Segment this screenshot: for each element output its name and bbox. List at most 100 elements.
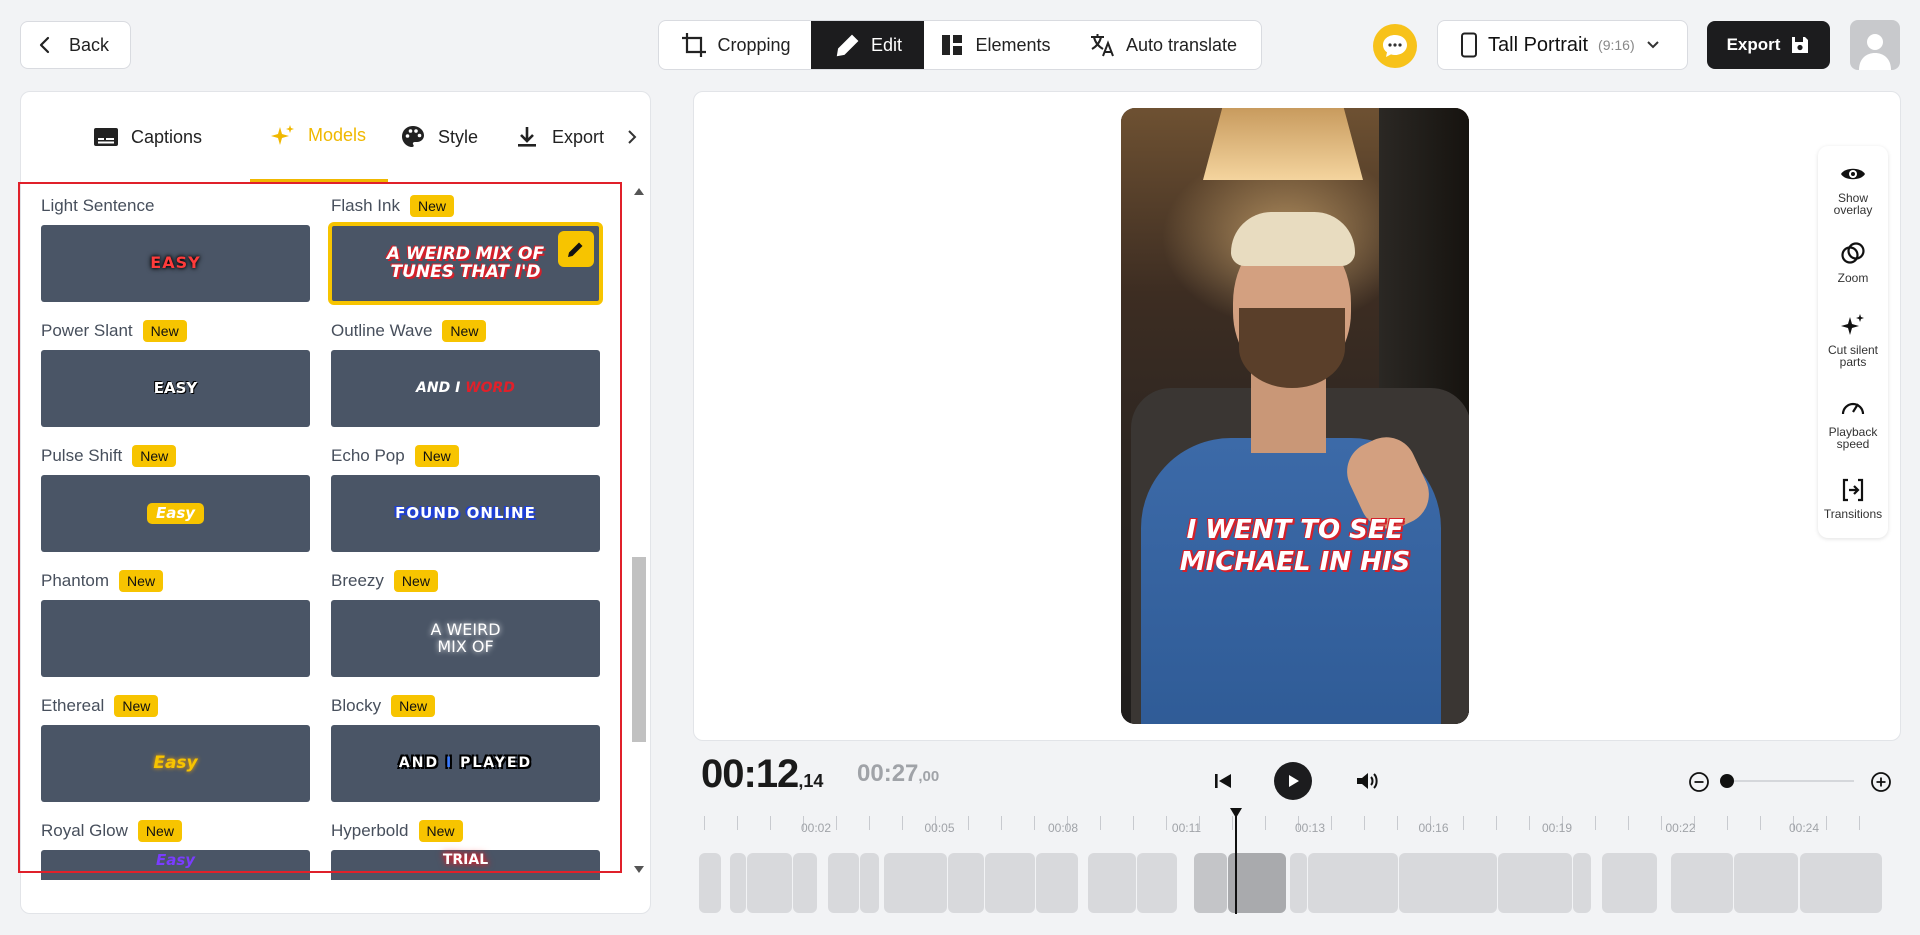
playhead[interactable] <box>1235 808 1237 914</box>
zoom-in-button[interactable] <box>1870 771 1892 793</box>
model-outline-wave: Outline Wave New AND I WORD <box>331 318 605 427</box>
model-name: Breezy <box>331 571 384 590</box>
scrollbar-thumb[interactable] <box>632 557 646 742</box>
cut-silent-parts-button[interactable]: Cut silent parts <box>1818 312 1888 368</box>
playback-speed-button[interactable]: Playback speed <box>1818 394 1888 450</box>
timeline-clip[interactable] <box>1308 853 1398 913</box>
zoom-slider-handle[interactable] <box>1720 774 1734 788</box>
auto-translate-button[interactable]: Auto translate <box>1064 21 1261 69</box>
timeline-clip[interactable] <box>1671 853 1733 913</box>
zoom-slider-track[interactable] <box>1724 780 1854 782</box>
timeline-clip[interactable] <box>1290 853 1307 913</box>
timeline-clip[interactable] <box>1399 853 1497 913</box>
user-icon <box>1859 34 1891 70</box>
model-thumbnail[interactable] <box>41 600 310 677</box>
model-thumbnail[interactable]: AND I PLAYED <box>331 725 600 802</box>
timeline-clip[interactable] <box>1602 853 1657 913</box>
download-icon <box>518 127 536 147</box>
timeline-clip[interactable] <box>1800 853 1882 913</box>
ruler-tick <box>1100 816 1101 830</box>
timeline-clip[interactable] <box>747 853 792 913</box>
skip-back-button[interactable] <box>1212 770 1234 792</box>
timeline-clip[interactable] <box>860 853 879 913</box>
transitions-button[interactable]: Transitions <box>1818 476 1888 520</box>
model-light-sentence: Light Sentence EASY <box>41 193 315 302</box>
ruler-tick <box>1232 816 1233 830</box>
model-thumbnail[interactable]: Easy <box>41 725 310 802</box>
tab-captions-label: Captions <box>131 126 203 147</box>
timeline-clip[interactable] <box>828 853 859 913</box>
play-button[interactable] <box>1274 762 1312 800</box>
scroll-down-arrow[interactable] <box>634 866 644 873</box>
model-thumbnail[interactable]: Easy <box>41 850 310 880</box>
model-name: Outline Wave <box>331 321 433 340</box>
model-power-slant: Power Slant New EASY <box>41 318 315 427</box>
model-thumbnail[interactable]: EASY <box>41 225 310 302</box>
timeline-clip[interactable] <box>1734 853 1798 913</box>
ruler-tick-label: 00:02 <box>800 821 832 835</box>
model-name: Hyperbold <box>331 821 409 840</box>
chat-button[interactable] <box>1373 24 1417 68</box>
transitions-icon <box>1842 478 1864 502</box>
model-name: Power Slant <box>41 321 133 340</box>
ruler-tick <box>1331 816 1332 830</box>
ruler-tick <box>1595 816 1596 830</box>
edit-button[interactable]: Edit <box>811 21 924 69</box>
video-caption[interactable]: I WENT TO SEE MICHAEL IN HIS <box>1121 514 1469 578</box>
layout-icon <box>942 35 963 55</box>
timeline-clip[interactable] <box>730 853 746 913</box>
timeline-clip[interactable] <box>884 853 947 913</box>
model-thumbnail[interactable]: TRIAL <box>331 850 600 880</box>
zoom-out-button[interactable] <box>1688 771 1710 793</box>
back-button[interactable]: Back <box>20 21 131 69</box>
user-avatar[interactable] <box>1850 20 1900 70</box>
timeline-clip[interactable] <box>1137 853 1177 913</box>
model-name: Royal Glow <box>41 821 128 840</box>
save-icon <box>1792 37 1809 53</box>
timeline-clip[interactable] <box>1088 853 1136 913</box>
timeline-ruler[interactable]: 00:02 00:05 00:08 00:11 00:13 00:16 00:19 00:22… <box>696 810 1886 840</box>
captions-icon <box>94 128 118 146</box>
volume-button[interactable] <box>1354 769 1380 793</box>
tab-style[interactable]: Style <box>400 92 478 182</box>
person-beard <box>1239 308 1345 388</box>
model-pulse-shift: Pulse Shift New Easy <box>41 443 315 552</box>
ruler-tick-label: 00:08 <box>1047 821 1079 835</box>
edit-model-button[interactable] <box>558 231 594 267</box>
ruler-tick <box>1628 816 1629 830</box>
model-preview-text: A WEIRD MIX OF TUNES THAT I'D <box>386 243 545 282</box>
tab-captions[interactable]: Captions <box>93 92 202 182</box>
timeline-clip[interactable] <box>1573 853 1591 913</box>
model-thumbnail[interactable]: Easy <box>41 475 310 552</box>
playhead-handle[interactable] <box>1230 808 1242 818</box>
model-thumbnail-selected[interactable]: A WEIRD MIX OF TUNES THAT I'D <box>328 222 603 305</box>
cropping-button[interactable]: Cropping <box>659 21 811 69</box>
aspect-ratio-select[interactable]: Tall Portrait (9:16) <box>1437 20 1688 70</box>
model-preview-text: A WEIRD MIX OF <box>430 619 501 656</box>
translate-icon <box>1090 34 1114 57</box>
tab-export[interactable]: Export <box>514 92 622 182</box>
timeline-clip[interactable] <box>1194 853 1227 913</box>
export-button[interactable]: Export <box>1707 21 1830 69</box>
tab-models[interactable]: Models <box>250 92 389 182</box>
video-preview[interactable]: I WENT TO SEE MICHAEL IN HIS <box>1121 108 1469 724</box>
model-thumbnail[interactable]: EASY <box>41 350 310 427</box>
chevron-left-icon <box>39 36 50 54</box>
timeline-clip[interactable] <box>1036 853 1078 913</box>
timeline-clip[interactable] <box>948 853 984 913</box>
elements-button[interactable]: Elements <box>924 21 1064 69</box>
ruler-tick <box>1133 816 1134 830</box>
model-thumbnail[interactable]: AND I WORD <box>331 350 600 427</box>
chevron-right-icon[interactable] <box>621 126 643 148</box>
model-thumbnail[interactable]: FOUND ONLINE <box>331 475 600 552</box>
scroll-up-arrow[interactable] <box>634 188 644 195</box>
timeline-clip[interactable] <box>699 853 721 913</box>
model-thumbnail[interactable]: A WEIRD MIX OF <box>331 600 600 677</box>
zoom-tool-button[interactable]: Zoom <box>1818 240 1888 284</box>
new-badge: New <box>414 445 459 467</box>
timeline-clip[interactable] <box>1498 853 1572 913</box>
show-overlay-button[interactable]: Show overlay <box>1818 160 1888 216</box>
timeline-clip[interactable] <box>793 853 817 913</box>
timeline-clip[interactable] <box>985 853 1035 913</box>
ruler-tick <box>1397 816 1398 830</box>
